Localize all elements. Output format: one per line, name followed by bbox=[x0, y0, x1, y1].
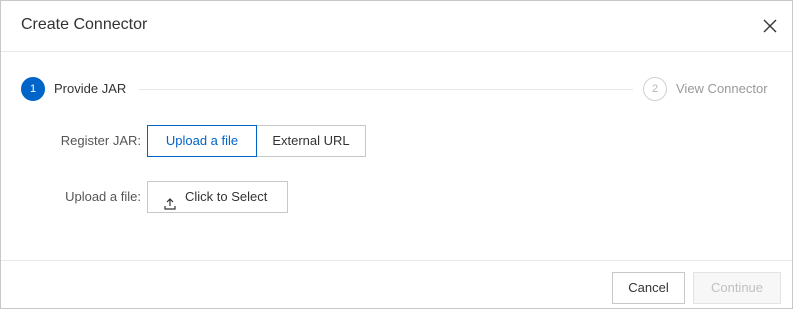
step-connector-line bbox=[139, 89, 633, 90]
step-1-label: Provide JAR bbox=[54, 81, 127, 96]
close-icon[interactable] bbox=[761, 17, 779, 35]
dialog-header: Create Connector bbox=[1, 1, 792, 52]
dialog-footer: Cancel Continue bbox=[1, 260, 792, 308]
cancel-button[interactable]: Cancel bbox=[612, 272, 685, 304]
create-connector-dialog: Create Connector 1 Provide JAR 2 View Co… bbox=[0, 0, 793, 309]
upload-a-file-option[interactable]: Upload a file bbox=[147, 125, 257, 157]
step-2-label: View Connector bbox=[676, 81, 768, 96]
upload-a-file-label: Upload a file: bbox=[65, 189, 141, 204]
continue-button[interactable]: Continue bbox=[693, 272, 781, 304]
register-jar-segmented-control: Upload a file External URL bbox=[147, 125, 366, 157]
register-jar-label: Register JAR: bbox=[60, 133, 141, 148]
dialog-title: Create Connector bbox=[21, 16, 148, 33]
upload-icon bbox=[164, 191, 176, 210]
click-to-select-label: Click to Select bbox=[185, 189, 268, 204]
step-2-indicator: 2 bbox=[643, 77, 667, 101]
stepper: 1 Provide JAR 2 View Connector bbox=[21, 77, 774, 101]
external-url-option[interactable]: External URL bbox=[257, 125, 366, 157]
step-1-indicator: 1 bbox=[21, 77, 45, 101]
click-to-select-button[interactable]: Click to Select bbox=[147, 181, 288, 213]
